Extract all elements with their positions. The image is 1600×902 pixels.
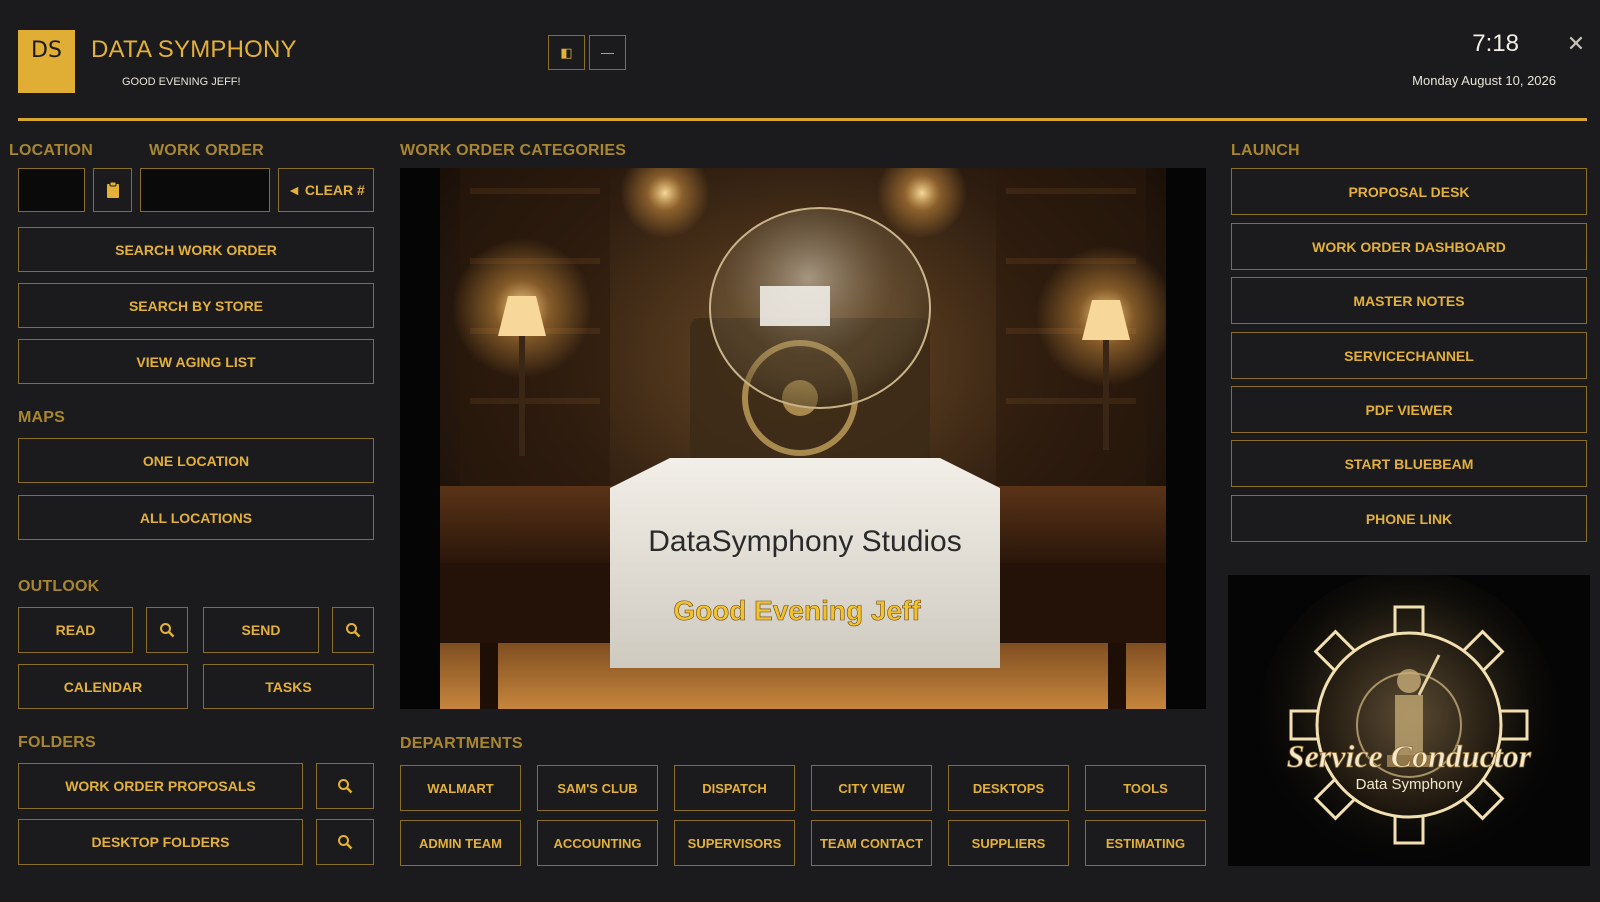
minimize-icon: — bbox=[601, 45, 614, 60]
work-order-label: WORK ORDER bbox=[149, 142, 264, 159]
launch-pdf-viewer[interactable]: PDF VIEWER bbox=[1231, 386, 1587, 433]
department-button-tools[interactable]: TOOLS bbox=[1085, 765, 1206, 811]
clipboard-icon bbox=[106, 181, 119, 198]
app-title: DATA SYMPHONY bbox=[91, 36, 297, 63]
launch-label: LAUNCH bbox=[1231, 142, 1300, 159]
service-conductor-subtitle: Data Symphony bbox=[1356, 776, 1463, 793]
paste-button[interactable] bbox=[93, 168, 132, 212]
departments-label: DEPARTMENTS bbox=[400, 735, 523, 752]
tasks-button[interactable]: TASKS bbox=[203, 664, 374, 709]
department-button-supervisors[interactable]: SUPERVISORS bbox=[674, 820, 795, 866]
search-send-button[interactable] bbox=[332, 607, 374, 653]
search-proposals-button[interactable] bbox=[316, 763, 374, 809]
work-order-proposals-button[interactable]: WORK ORDER PROPOSALS bbox=[18, 763, 303, 809]
work-order-categories-label: WORK ORDER CATEGORIES bbox=[400, 142, 627, 159]
header-divider bbox=[18, 118, 1587, 121]
hero-image: DataSymphony Studios Good Evening Jeff bbox=[400, 168, 1206, 709]
search-icon bbox=[346, 623, 361, 638]
all-locations-button[interactable]: ALL LOCATIONS bbox=[18, 495, 374, 540]
greeting-text: GOOD EVENING JEFF! bbox=[122, 76, 241, 88]
department-button-team-contact[interactable]: TEAM CONTACT bbox=[811, 820, 932, 866]
view-aging-list-button[interactable]: VIEW AGING LIST bbox=[18, 339, 374, 384]
date-display: Monday August 10, 2026 bbox=[1412, 73, 1556, 88]
clock: 7:18 bbox=[1472, 30, 1519, 57]
send-mail-button[interactable]: SEND bbox=[203, 607, 319, 653]
department-button-admin-team[interactable]: ADMIN TEAM bbox=[400, 820, 521, 866]
launch-start-bluebeam[interactable]: START BLUEBEAM bbox=[1231, 440, 1587, 487]
search-desktop-button[interactable] bbox=[316, 819, 374, 865]
calendar-button[interactable]: CALENDAR bbox=[18, 664, 188, 709]
app-logo: DS bbox=[18, 30, 75, 93]
department-button-estimating[interactable]: ESTIMATING bbox=[1085, 820, 1206, 866]
read-mail-button[interactable]: READ bbox=[18, 607, 133, 653]
library-scene: DataSymphony Studios Good Evening Jeff bbox=[440, 168, 1166, 709]
panel-icon: ◧ bbox=[560, 44, 573, 60]
search-work-order-button[interactable]: SEARCH WORK ORDER bbox=[18, 227, 374, 272]
department-button-dispatch[interactable]: DISPATCH bbox=[674, 765, 795, 811]
close-button[interactable]: ✕ bbox=[1566, 32, 1586, 56]
department-button-city-view[interactable]: CITY VIEW bbox=[811, 765, 932, 811]
launch-work-order-dashboard[interactable]: WORK ORDER DASHBOARD bbox=[1231, 223, 1587, 270]
hero-greeting-text: Good Evening Jeff bbox=[673, 595, 921, 626]
location-label: LOCATION bbox=[9, 142, 93, 159]
launch-phone-link[interactable]: PHONE LINK bbox=[1231, 495, 1587, 542]
hero-studio-text: DataSymphony Studios bbox=[648, 525, 962, 558]
one-location-button[interactable]: ONE LOCATION bbox=[18, 438, 374, 483]
location-input[interactable] bbox=[18, 168, 85, 212]
service-conductor-logo: Service Conductor Data Symphony bbox=[1228, 575, 1590, 866]
search-read-button[interactable] bbox=[146, 607, 188, 653]
search-icon bbox=[160, 623, 175, 638]
service-conductor-title: Service Conductor bbox=[1287, 738, 1532, 774]
launch-servicechannel[interactable]: SERVICECHANNEL bbox=[1231, 332, 1587, 379]
search-by-store-button[interactable]: SEARCH BY STORE bbox=[18, 283, 374, 328]
minimize-button[interactable]: — bbox=[589, 35, 626, 70]
gear-icon bbox=[1289, 605, 1529, 845]
folders-label: FOLDERS bbox=[18, 734, 96, 751]
search-icon bbox=[338, 835, 353, 850]
department-button-sams-club[interactable]: SAM'S CLUB bbox=[537, 765, 658, 811]
panel-toggle-button[interactable]: ◧ bbox=[548, 35, 585, 70]
department-button-walmart[interactable]: WALMART bbox=[400, 765, 521, 811]
desktop-folders-button[interactable]: DESKTOP FOLDERS bbox=[18, 819, 303, 865]
department-button-suppliers[interactable]: SUPPLIERS bbox=[948, 820, 1069, 866]
launch-proposal-desk[interactable]: PROPOSAL DESK bbox=[1231, 168, 1587, 215]
close-icon: ✕ bbox=[1566, 31, 1586, 56]
maps-label: MAPS bbox=[18, 409, 66, 426]
department-button-accounting[interactable]: ACCOUNTING bbox=[537, 820, 658, 866]
launch-master-notes[interactable]: MASTER NOTES bbox=[1231, 277, 1587, 324]
clear-button[interactable]: ◄ CLEAR # bbox=[278, 168, 374, 212]
outlook-label: OUTLOOK bbox=[18, 578, 100, 595]
department-button-desktops[interactable]: DESKTOPS bbox=[948, 765, 1069, 811]
work-order-input[interactable] bbox=[140, 168, 270, 212]
search-icon bbox=[338, 779, 353, 794]
